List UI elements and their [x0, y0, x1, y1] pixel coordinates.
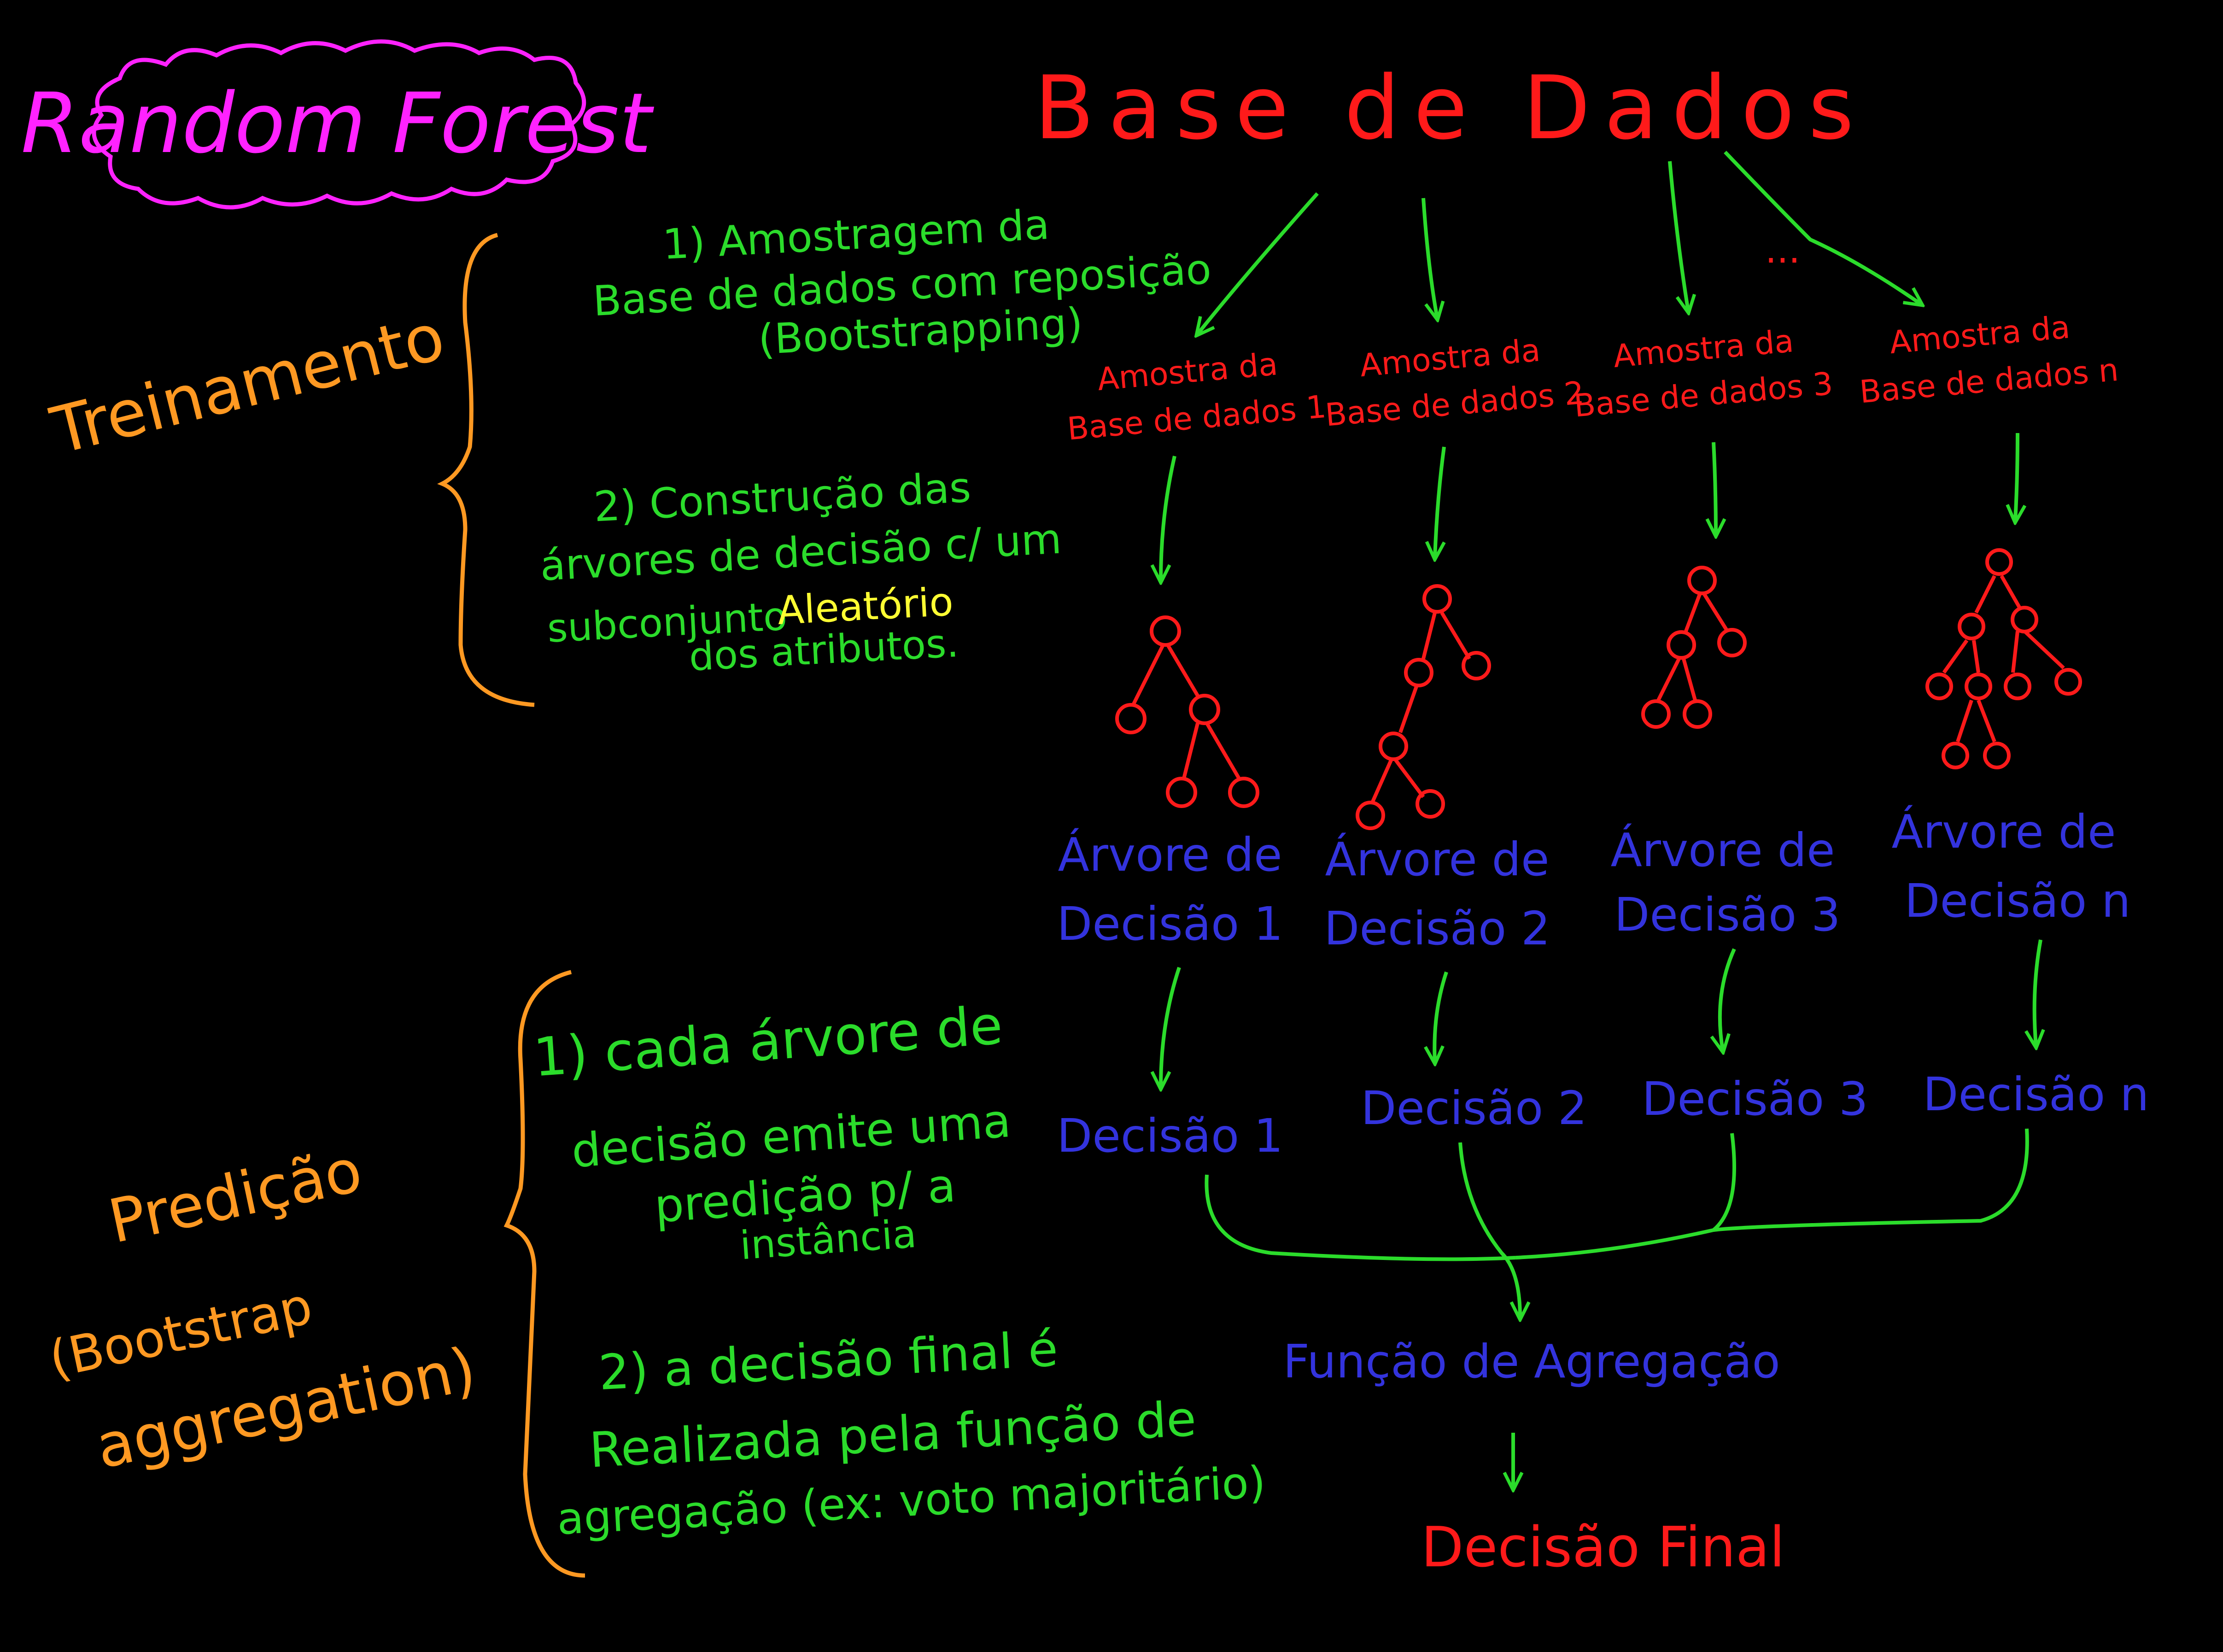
diagram-text: Decisão 2	[1324, 902, 1550, 955]
diagram-text: Árvore de	[1325, 832, 1549, 886]
decision-n: Decisão n	[1923, 1067, 2149, 1121]
diagram-text: Árvore de	[1891, 805, 2116, 859]
decision-2: Decisão 2	[1361, 1081, 1587, 1135]
random-forest-diagram: Random Forest Base de Dados ... Treiname…	[0, 0, 2223, 1652]
final-decision: Decisão Final	[1421, 1516, 1785, 1580]
database-label: Base de Dados	[1034, 57, 1868, 159]
decision-3: Decisão 3	[1642, 1072, 1868, 1126]
decision-1: Decisão 1	[1057, 1109, 1283, 1163]
ellipsis: ...	[1765, 228, 1800, 271]
aggregation-function: Função de Agregação	[1283, 1335, 1780, 1388]
diagram-title: Random Forest	[21, 76, 655, 172]
diagram-text: Árvore de	[1610, 823, 1835, 877]
diagram-text: Árvore de	[1058, 828, 1282, 882]
diagram-text: Decisão 3	[1614, 888, 1840, 942]
diagram-text: Decisão n	[1904, 874, 2130, 928]
diagram-text: Decisão 1	[1057, 897, 1283, 951]
